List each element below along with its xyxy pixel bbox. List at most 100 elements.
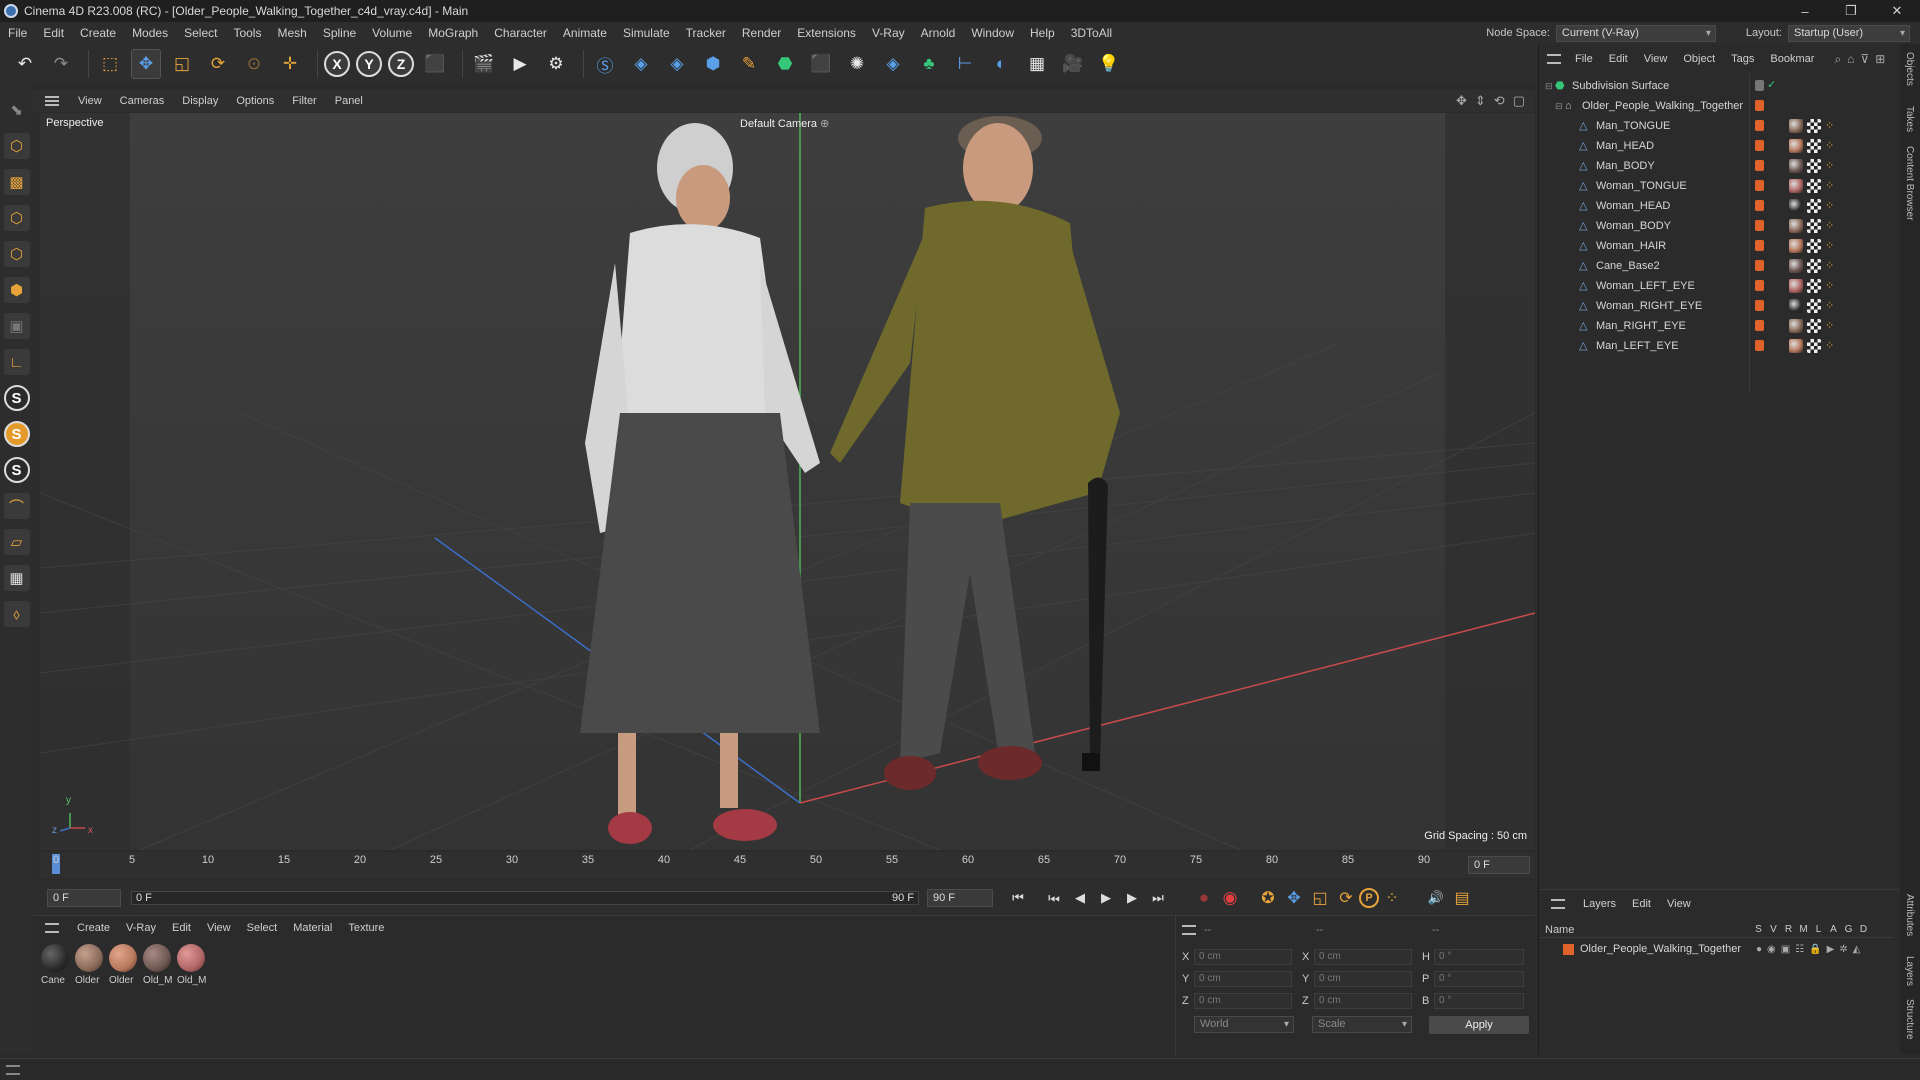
frame-range-slider[interactable]: 0 F 90 F [131, 891, 919, 905]
points-mode-icon[interactable]: ⬡ [3, 205, 30, 231]
size-y-field[interactable]: 0 cm [1314, 971, 1412, 987]
move-tool-icon[interactable]: ✥ [131, 49, 161, 79]
tab-structure[interactable]: Structure [1904, 999, 1915, 1040]
viewport-hamburger-icon[interactable] [45, 96, 59, 106]
tab-layers[interactable]: Layers [1904, 956, 1915, 986]
tab-attributes[interactable]: Attributes [1904, 894, 1915, 936]
object-row-child[interactable]: △ Man_BODY ⁘ [1539, 156, 1899, 176]
position-y-field[interactable]: 0 cm [1194, 971, 1292, 987]
pan-view-icon[interactable]: ✥ [1456, 93, 1467, 109]
camera-icon[interactable]: 🎥 [1058, 49, 1088, 79]
viewport-menu-view[interactable]: View [69, 95, 111, 107]
current-frame-field[interactable]: 0 F [1468, 856, 1530, 874]
object-row-child[interactable]: △ Woman_HEAD ⁘ [1539, 196, 1899, 216]
texture-tag-icon[interactable]: ⁘ [1825, 299, 1839, 313]
menu-window[interactable]: Window [963, 22, 1022, 44]
layer-color-flag[interactable] [1755, 120, 1764, 131]
coordinate-system-icon[interactable]: ⬛ [420, 49, 450, 79]
menu-edit[interactable]: Edit [35, 22, 72, 44]
node-space-dropdown[interactable]: Current (V-Ray) [1555, 24, 1716, 42]
object-row-child[interactable]: △ Man_RIGHT_EYE ⁘ [1539, 316, 1899, 336]
viewport-menu-cameras[interactable]: Cameras [111, 95, 174, 107]
viewport-menu-options[interactable]: Options [227, 95, 283, 107]
undo-icon[interactable]: ↶ [10, 49, 40, 79]
y-axis-lock-button[interactable]: Y [356, 51, 382, 77]
uvw-tag-icon[interactable] [1807, 199, 1821, 213]
material-tag-icon[interactable] [1789, 159, 1803, 173]
material-swatch[interactable]: Cane [41, 944, 71, 990]
edges-mode-icon[interactable]: ⬡ [3, 241, 30, 267]
object-row-child[interactable]: △ Cane_Base2 ⁘ [1539, 256, 1899, 276]
viewport-menu-display[interactable]: Display [173, 95, 227, 107]
manager-icon[interactable]: ☷ [1795, 944, 1804, 955]
object-row-child[interactable]: △ Woman_BODY ⁘ [1539, 216, 1899, 236]
subdivision-surface-icon[interactable]: ⬣ [770, 49, 800, 79]
menu-mograph[interactable]: MoGraph [420, 22, 486, 44]
scale-tool-icon[interactable]: ◱ [167, 49, 197, 79]
rotation-p-field[interactable]: 0 ° [1434, 971, 1524, 987]
material-menu-edit[interactable]: Edit [164, 922, 199, 934]
menu-animate[interactable]: Animate [555, 22, 615, 44]
vray-logo-icon[interactable]: Ⓢ [590, 49, 620, 79]
transform-tool-icon[interactable]: ⊙ [239, 49, 269, 79]
collapse-icon[interactable]: ⊟ [1545, 81, 1555, 92]
start-frame-field[interactable]: 0 F [47, 889, 121, 907]
object-menu-view[interactable]: View [1636, 53, 1676, 65]
sound-icon[interactable]: 🔊 [1423, 885, 1449, 911]
texture-tag-icon[interactable]: ⁘ [1825, 139, 1839, 153]
key-scale-icon[interactable]: ◱ [1307, 885, 1333, 911]
texture-tag-icon[interactable]: ⁘ [1825, 119, 1839, 133]
menu-create[interactable]: Create [72, 22, 124, 44]
uvw-tag-icon[interactable] [1807, 159, 1821, 173]
x-axis-lock-button[interactable]: X [324, 51, 350, 77]
layer-row[interactable]: Older_People_Walking_Together ● ◉ ▣ ☷ 🔒 … [1539, 940, 1894, 958]
python-script-icon-3[interactable]: ◈ [878, 49, 908, 79]
grid-snap-icon[interactable]: ▦ [3, 565, 30, 591]
layer-color-flag[interactable] [1755, 180, 1764, 191]
key-rotation-icon[interactable]: ⟳ [1333, 885, 1359, 911]
menu-help[interactable]: Help [1022, 22, 1063, 44]
texture-tag-icon[interactable]: ⁘ [1825, 219, 1839, 233]
object-row-child[interactable]: △ Woman_HAIR ⁘ [1539, 236, 1899, 256]
texture-tag-icon[interactable]: ⁘ [1825, 339, 1839, 353]
field-icon[interactable]: ◐ [986, 49, 1016, 79]
menu-arnold[interactable]: Arnold [913, 22, 964, 44]
next-frame-button[interactable]: ▶ [1119, 885, 1145, 911]
object-menu-edit[interactable]: Edit [1601, 53, 1636, 65]
menu-tools[interactable]: Tools [225, 22, 269, 44]
toggle-view-icon[interactable]: ▢ [1513, 93, 1525, 109]
redo-icon[interactable]: ↷ [46, 49, 76, 79]
uvw-tag-icon[interactable] [1807, 279, 1821, 293]
play-button[interactable]: ▶ [1093, 885, 1119, 911]
cube-primitive-icon[interactable]: ⬢ [698, 49, 728, 79]
dolly-view-icon[interactable]: ⇕ [1475, 93, 1486, 109]
record-active-icon[interactable]: ● [1191, 885, 1217, 911]
polygons-mode-icon[interactable]: ⬢ [3, 277, 30, 303]
solo-icon[interactable]: ● [1756, 944, 1762, 955]
mograph-icon[interactable]: ♣ [914, 49, 944, 79]
grid-floor-icon[interactable]: ▱ [3, 529, 30, 555]
material-menu-material[interactable]: Material [285, 922, 340, 934]
lock-icon[interactable]: 🔒 [1809, 944, 1821, 955]
texture-mode-icon[interactable]: ▩ [3, 169, 30, 195]
menu-select[interactable]: Select [176, 22, 225, 44]
uvw-tag-icon[interactable] [1807, 239, 1821, 253]
material-tag-icon[interactable] [1789, 199, 1803, 213]
previous-key-button[interactable]: ⏭ [1041, 885, 1067, 911]
coord-hamburger-icon[interactable] [1182, 925, 1196, 935]
model-mode-icon[interactable]: ⬡ [3, 133, 30, 159]
layer-color-flag[interactable] [1755, 300, 1764, 311]
layer-color-swatch[interactable] [1563, 943, 1574, 955]
render-icon[interactable]: ▣ [1781, 944, 1790, 955]
material-menu-texture[interactable]: Texture [340, 922, 392, 934]
object-hamburger-icon[interactable] [1547, 54, 1561, 64]
snap-s-button-3[interactable]: S [3, 457, 30, 483]
uvw-tag-icon[interactable] [1807, 139, 1821, 153]
object-row-subdivision-surface[interactable]: ⊟ ⬣ Subdivision Surface ✓ [1539, 76, 1899, 96]
material-menu-select[interactable]: Select [239, 922, 286, 934]
orbit-view-icon[interactable]: ⟲ [1494, 93, 1505, 109]
floor-icon[interactable]: ▦ [1022, 49, 1052, 79]
go-to-end-button[interactable]: ⏭ [1145, 885, 1171, 911]
z-axis-lock-button[interactable]: Z [388, 51, 414, 77]
restore-button[interactable]: ❐ [1828, 0, 1874, 22]
